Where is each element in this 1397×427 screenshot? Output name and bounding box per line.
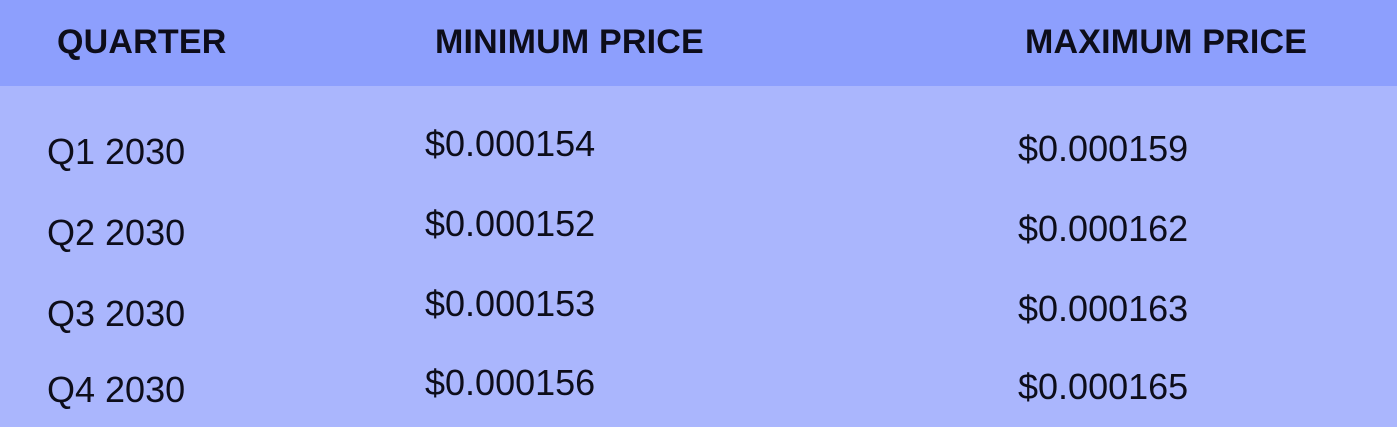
- header-quarter: QUARTER: [57, 23, 227, 61]
- cell-quarter: Q3 2030: [47, 293, 186, 334]
- cell-minimum-price: $0.000156: [425, 362, 596, 403]
- cell-quarter: Q1 2030: [47, 131, 186, 172]
- cell-maximum-price: $0.000159: [1018, 128, 1189, 169]
- cell-minimum-price: $0.000152: [425, 203, 596, 244]
- cell-minimum-price: $0.000153: [425, 283, 596, 324]
- cell-maximum-price: $0.000162: [1018, 208, 1189, 249]
- cell-maximum-price: $0.000163: [1018, 288, 1189, 329]
- cell-maximum-price: $0.000165: [1018, 366, 1189, 407]
- header-maximum-price: MAXIMUM PRICE: [1025, 23, 1308, 61]
- cell-quarter: Q4 2030: [47, 369, 186, 410]
- table-header: QUARTER MINIMUM PRICE MAXIMUM PRICE: [0, 0, 1397, 86]
- header-minimum-price: MINIMUM PRICE: [435, 23, 704, 61]
- price-table: QUARTER MINIMUM PRICE MAXIMUM PRICE Q1 2…: [0, 0, 1397, 427]
- cell-minimum-price: $0.000154: [425, 123, 596, 164]
- cell-quarter: Q2 2030: [47, 212, 186, 253]
